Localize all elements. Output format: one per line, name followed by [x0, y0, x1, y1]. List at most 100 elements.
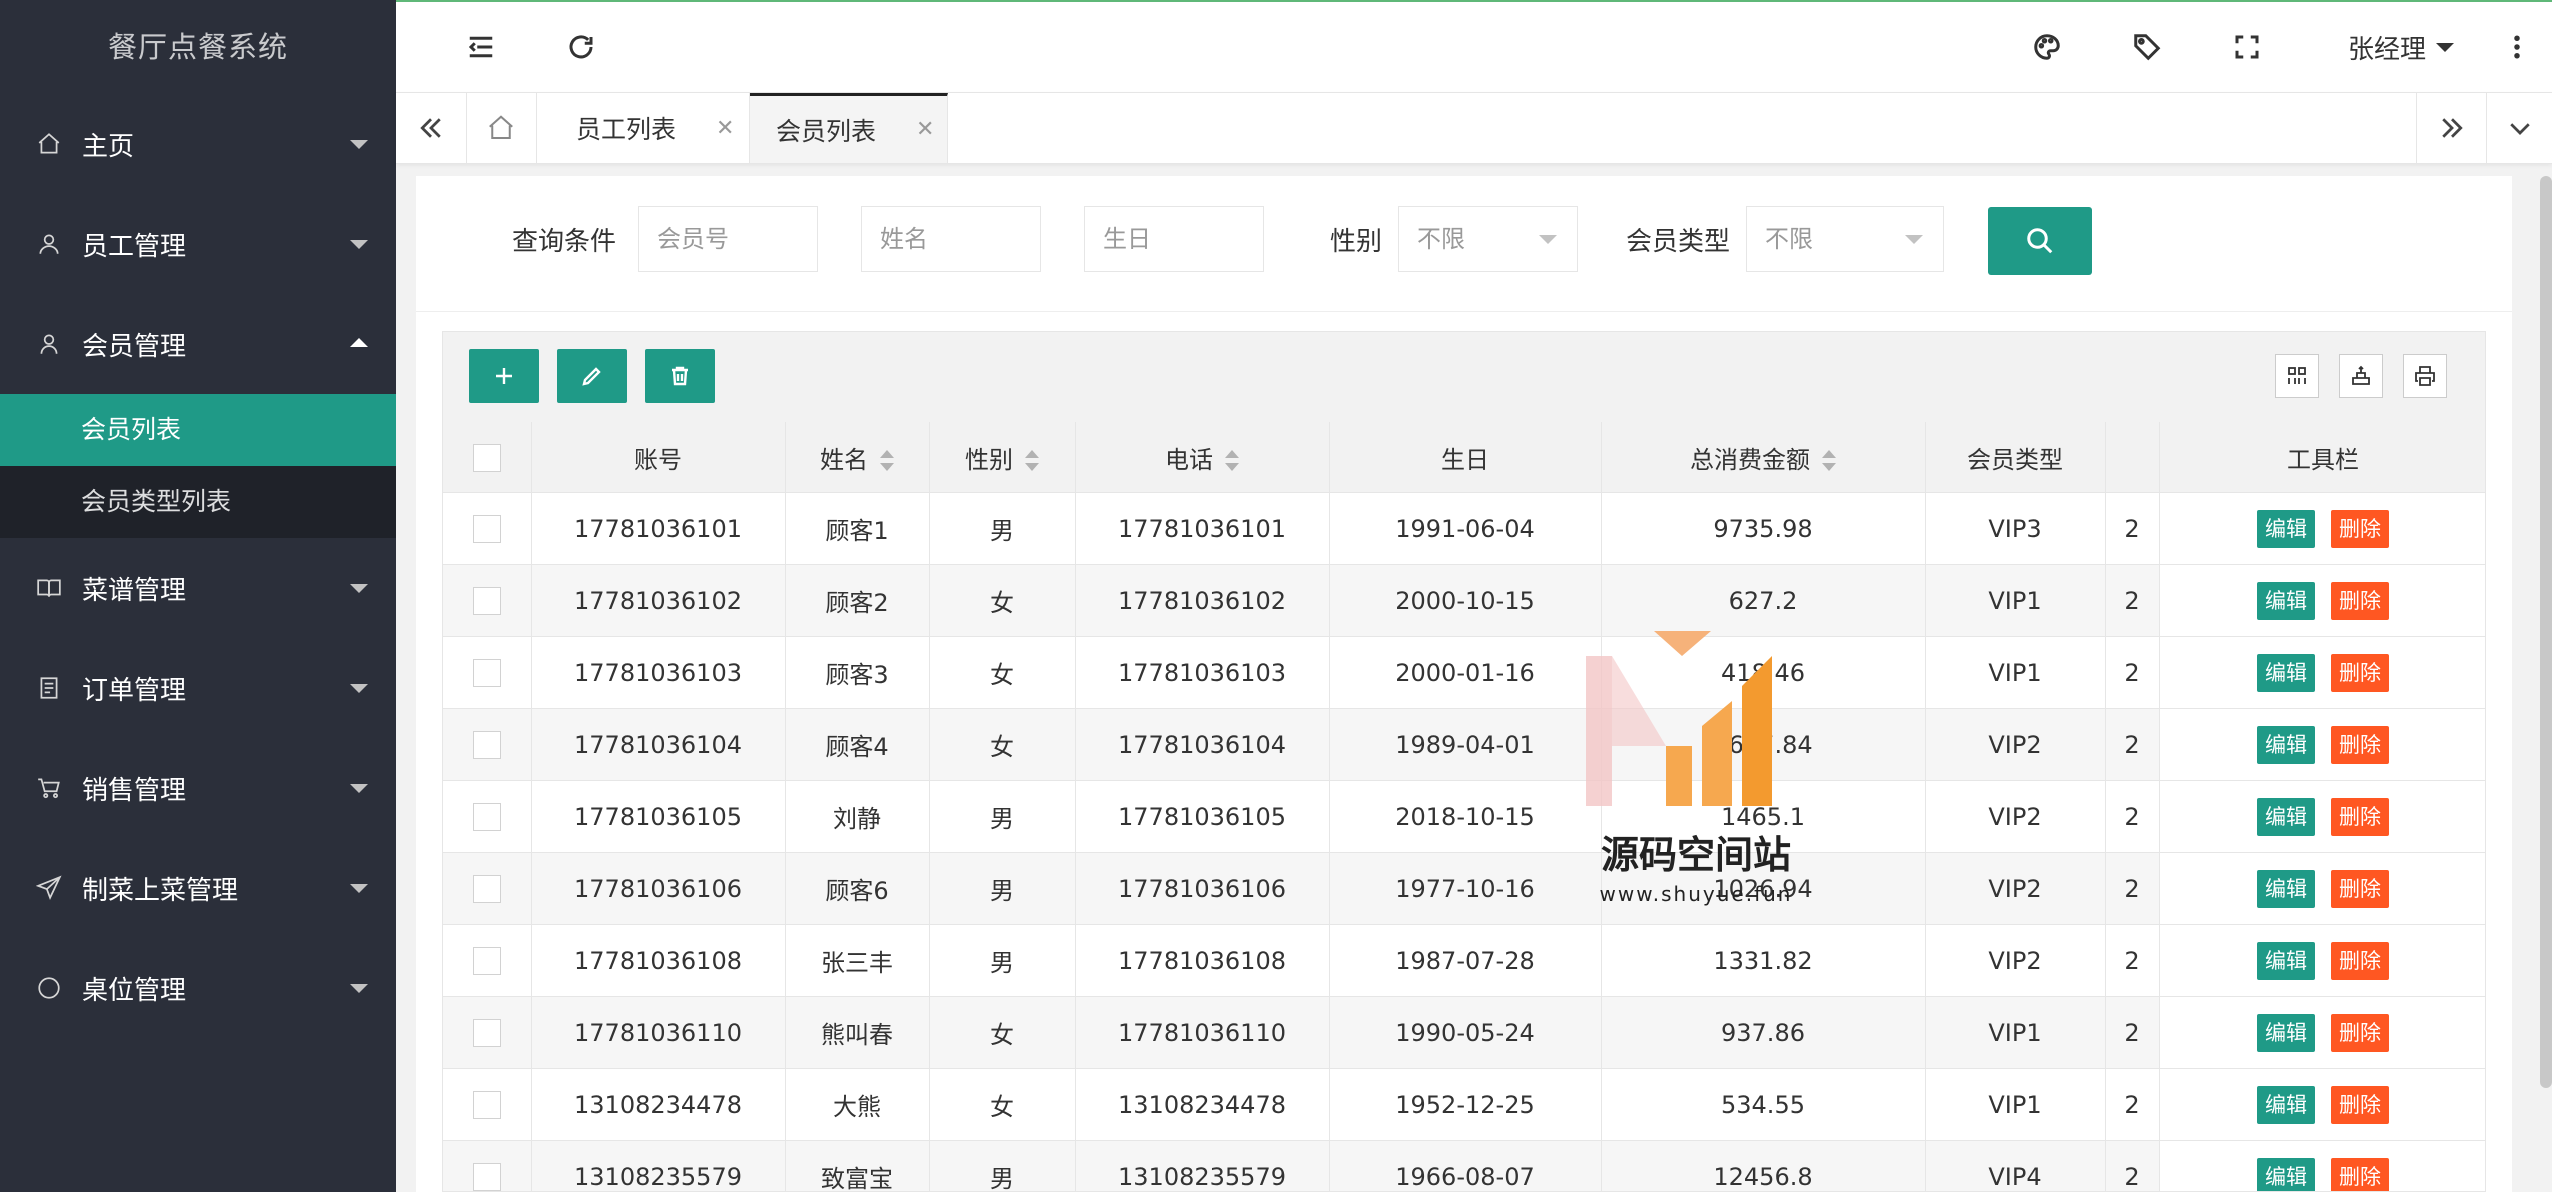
row-select[interactable] — [443, 708, 532, 781]
sort-icon[interactable] — [1225, 449, 1239, 472]
table-row[interactable]: 17781036104 顾客4 女 17781036104 1989-04-01 1607… — [443, 708, 2485, 781]
row-edit-button[interactable]: 编辑 — [2257, 1085, 2315, 1124]
row-select[interactable] — [443, 1140, 532, 1191]
row-select[interactable] — [443, 852, 532, 925]
cell-account: 17781036104 — [531, 708, 786, 781]
checkbox[interactable] — [472, 731, 501, 759]
checkbox[interactable] — [472, 515, 501, 543]
member-type-select[interactable]: 不限 — [1746, 206, 1944, 272]
sidebar-item-staff[interactable]: 员工管理 — [0, 194, 396, 294]
sidebar-item-home[interactable]: 主页 — [0, 94, 396, 194]
delete-member-button[interactable] — [645, 349, 715, 403]
row-edit-button[interactable]: 编辑 — [2257, 509, 2315, 548]
checkbox[interactable] — [472, 875, 501, 903]
checkbox[interactable] — [472, 587, 501, 615]
row-delete-button[interactable]: 删除 — [2331, 509, 2389, 548]
user-name: 张经理 — [2348, 34, 2427, 65]
table-row[interactable]: 17781036101 顾客1 男 17781036101 1991-06-04 9735… — [443, 492, 2485, 565]
table-row[interactable]: 17781036110 熊叫春女 17781036110 1990-05-24 937.… — [443, 996, 2485, 1069]
sidebar-item-sales[interactable]: 销售管理 — [0, 738, 396, 838]
row-edit-button[interactable]: 编辑 — [2257, 941, 2315, 980]
row-select[interactable] — [443, 996, 532, 1069]
row-delete-button[interactable]: 删除 — [2331, 1157, 2389, 1191]
member-no-input[interactable]: 会员号 — [638, 206, 818, 272]
checkbox[interactable] — [472, 803, 501, 831]
row-select[interactable] — [443, 924, 532, 997]
name-input[interactable]: 姓名 — [861, 206, 1041, 272]
row-edit-button[interactable]: 编辑 — [2257, 797, 2315, 836]
table-row[interactable]: 13108235579 致富宝男 13108235579 1966-08-07 1245… — [443, 1140, 2485, 1191]
export-button[interactable] — [2339, 354, 2383, 398]
row-delete-button[interactable]: 删除 — [2331, 653, 2389, 692]
row-select[interactable] — [443, 636, 532, 709]
row-delete-button[interactable]: 删除 — [2331, 869, 2389, 908]
add-member-button[interactable] — [469, 349, 539, 403]
row-edit-button[interactable]: 编辑 — [2257, 725, 2315, 764]
table-row[interactable]: 17781036105 刘静男 17781036105 2018-10-15 1465.… — [443, 780, 2485, 853]
row-delete-button[interactable]: 删除 — [2331, 941, 2389, 980]
table-row[interactable]: 17781036102 顾客2 女 17781036102 2000-10-15 627.… — [443, 564, 2485, 637]
print-button[interactable] — [2403, 354, 2447, 398]
sort-icon[interactable] — [1822, 449, 1836, 472]
search-button[interactable] — [1988, 207, 2092, 275]
header-gender[interactable]: 性别 — [929, 422, 1076, 493]
close-icon[interactable]: ✕ — [716, 116, 734, 141]
row-select[interactable] — [443, 492, 532, 565]
row-select[interactable] — [443, 780, 532, 853]
row-select[interactable] — [443, 1068, 532, 1141]
tab-scroll-left-button[interactable] — [396, 93, 467, 163]
close-icon[interactable]: ✕ — [916, 117, 934, 142]
fullscreen-button[interactable] — [2212, 2, 2282, 92]
checkbox[interactable] — [472, 659, 501, 687]
birthday-input[interactable]: 生日 — [1084, 206, 1264, 272]
collapse-menu-button[interactable] — [446, 2, 516, 92]
tag-button[interactable] — [2112, 2, 2182, 92]
tab-member-list[interactable]: 会员列表 ✕ — [750, 93, 948, 163]
edit-member-button[interactable] — [557, 349, 627, 403]
tab-scroll-right-button[interactable] — [2416, 93, 2487, 163]
column-filter-button[interactable] — [2275, 354, 2319, 398]
row-delete-button[interactable]: 删除 — [2331, 581, 2389, 620]
user-menu[interactable]: 张经理 — [2348, 2, 2455, 92]
header-phone[interactable]: 电话 — [1075, 422, 1330, 493]
sidebar-item-tables[interactable]: 桌位管理 — [0, 938, 396, 1038]
table-row[interactable]: 17781036103 顾客3 女 17781036103 2000-01-16 418.… — [443, 636, 2485, 709]
sidebar-item-menu[interactable]: 菜谱管理 — [0, 538, 396, 638]
theme-button[interactable] — [2012, 2, 2082, 92]
header-select-all[interactable] — [443, 422, 532, 493]
row-edit-button[interactable]: 编辑 — [2257, 581, 2315, 620]
header-total-spend[interactable]: 总消费金额 — [1601, 422, 1926, 493]
more-button[interactable] — [2492, 2, 2542, 92]
row-delete-button[interactable]: 删除 — [2331, 1013, 2389, 1052]
sidebar-subitem-member-list[interactable]: 会员列表 — [0, 394, 396, 466]
row-delete-button[interactable]: 删除 — [2331, 725, 2389, 764]
header-name[interactable]: 姓名 — [785, 422, 930, 493]
row-edit-button[interactable]: 编辑 — [2257, 1157, 2315, 1191]
sidebar-item-kitchen[interactable]: 制菜上菜管理 — [0, 838, 396, 938]
row-select[interactable] — [443, 564, 532, 637]
checkbox[interactable] — [472, 443, 501, 472]
sort-icon[interactable] — [880, 449, 894, 472]
row-delete-button[interactable]: 删除 — [2331, 797, 2389, 836]
checkbox[interactable] — [472, 1091, 501, 1119]
tab-home[interactable] — [466, 93, 537, 163]
row-delete-button[interactable]: 删除 — [2331, 1085, 2389, 1124]
table-row[interactable]: 13108234478 大熊女 13108234478 1952-12-25 534.5… — [443, 1068, 2485, 1141]
tab-options-button[interactable] — [2486, 93, 2552, 163]
sort-icon[interactable] — [1025, 449, 1039, 472]
sidebar-subitem-member-type-list[interactable]: 会员类型列表 — [0, 466, 396, 538]
refresh-button[interactable] — [546, 2, 616, 92]
sidebar-item-orders[interactable]: 订单管理 — [0, 638, 396, 738]
checkbox[interactable] — [472, 947, 501, 975]
sidebar-item-members[interactable]: 会员管理 — [0, 294, 396, 394]
row-edit-button[interactable]: 编辑 — [2257, 869, 2315, 908]
checkbox[interactable] — [472, 1019, 501, 1047]
page-scrollbar[interactable] — [2540, 176, 2552, 1088]
row-edit-button[interactable]: 编辑 — [2257, 653, 2315, 692]
table-row[interactable]: 17781036106 顾客6 男 17781036106 1977-10-16 1026… — [443, 852, 2485, 925]
tab-staff-list[interactable]: 员工列表 ✕ — [536, 93, 750, 163]
table-row[interactable]: 17781036108 张三丰男 17781036108 1987-07-28 1331… — [443, 924, 2485, 997]
checkbox[interactable] — [472, 1163, 501, 1191]
gender-select[interactable]: 不限 — [1398, 206, 1578, 272]
row-edit-button[interactable]: 编辑 — [2257, 1013, 2315, 1052]
